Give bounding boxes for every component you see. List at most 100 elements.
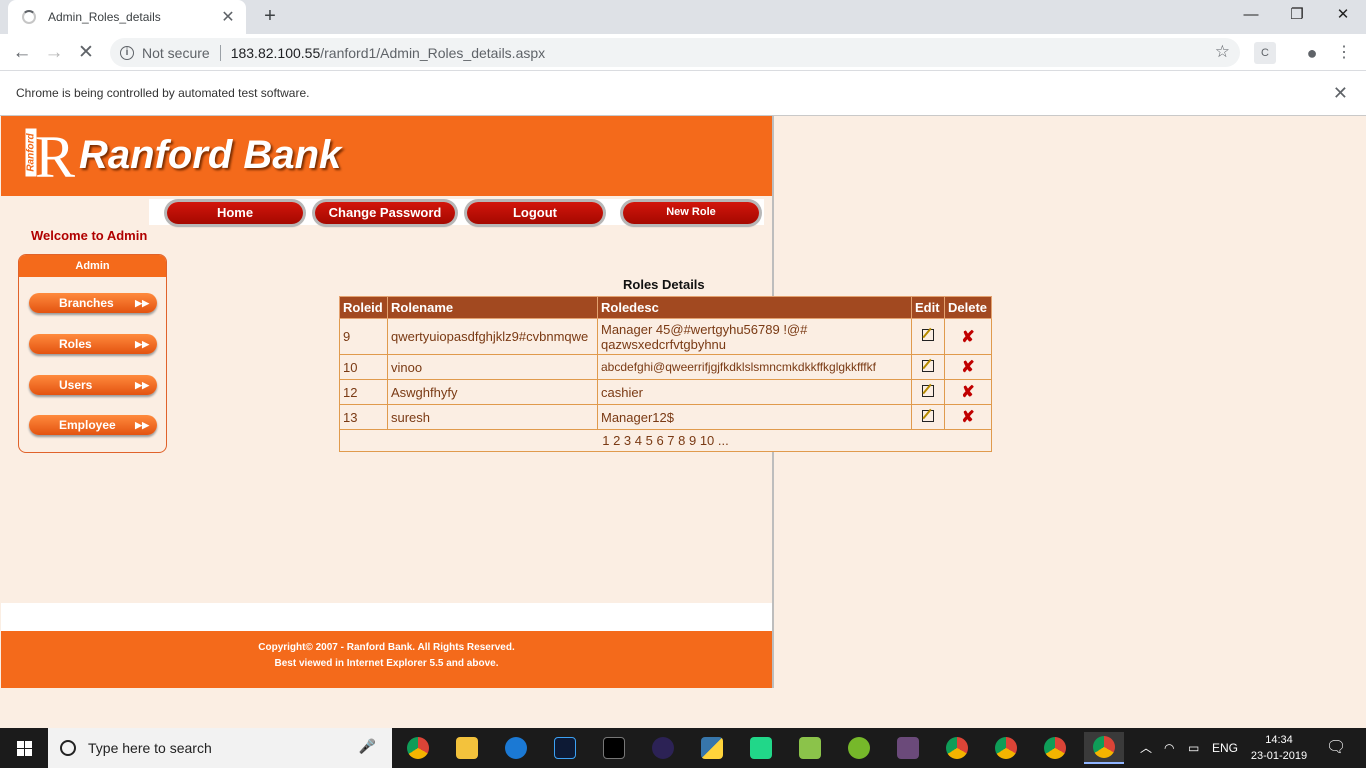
edit-icon[interactable]: [922, 359, 934, 372]
clock-date: 23-01-2019: [1250, 750, 1308, 762]
brand-title: Ranford Bank: [79, 133, 342, 177]
grid-title: Roles Details: [623, 277, 705, 292]
role-desc: abcdefghi@qweerrifjgjfkdklslsmncmkdkkffk…: [597, 354, 912, 380]
bookmark-star-icon[interactable]: ☆: [1215, 42, 1230, 62]
sidebar-title: Admin: [19, 255, 166, 277]
sidebar-item-label: Branches: [59, 296, 114, 310]
python-icon[interactable]: [692, 732, 732, 764]
browser-tab[interactable]: Admin_Roles_details ✕: [8, 0, 246, 34]
language-indicator[interactable]: ENG: [1212, 728, 1238, 768]
profile-icon[interactable]: ●: [1301, 42, 1323, 64]
tray-chevron-icon[interactable]: ︿: [1140, 728, 1152, 768]
start-button[interactable]: [0, 728, 48, 768]
role-desc: Manager 45@#wertgyhu56789 !@# qazwsxedcr…: [597, 318, 912, 355]
column-header: Rolename: [387, 296, 598, 319]
chrome-taskbar-icon[interactable]: [937, 732, 977, 764]
security-label: Not secure: [142, 44, 210, 61]
role-id: 12: [339, 379, 388, 405]
top-menu: Home Change Password Logout New Role: [149, 199, 764, 225]
search-placeholder: Type here to search: [88, 740, 212, 756]
table-row: 9 qwertyuiopasdfghjklz9#cvbnmqwe Manager…: [339, 318, 992, 355]
chrome-taskbar-icon-active[interactable]: [1084, 732, 1124, 764]
change-password-button[interactable]: Change Password: [315, 202, 455, 224]
role-id: 9: [339, 318, 388, 355]
role-name: qwertyuiopasdfghjklz9#cvbnmqwe: [387, 318, 598, 355]
delete-icon[interactable]: ✘: [961, 384, 974, 401]
file-explorer-icon[interactable]: [447, 732, 487, 764]
double-arrow-icon: ▶▶: [135, 380, 149, 390]
delete-icon[interactable]: ✘: [961, 359, 974, 376]
site-footer: Copyright© 2007 - Ranford Bank. All Righ…: [1, 631, 772, 688]
utorrent-icon[interactable]: [839, 732, 879, 764]
chrome-taskbar-icon[interactable]: [398, 732, 438, 764]
double-arrow-icon: ▶▶: [135, 420, 149, 430]
edit-cell: [911, 404, 945, 430]
game-icon[interactable]: [888, 732, 928, 764]
delete-cell: ✘: [944, 318, 992, 355]
pager-links[interactable]: 1 2 3 4 5 6 7 8 9 10 ...: [339, 429, 992, 452]
menu-kebab-icon[interactable]: ⋮: [1333, 42, 1355, 64]
eclipse-icon[interactable]: [643, 732, 683, 764]
sidebar-item-users[interactable]: Users ▶▶: [29, 375, 157, 395]
delete-icon[interactable]: ✘: [961, 329, 974, 346]
table-header-row: Roleid Rolename Roledesc Edit Delete: [339, 296, 992, 319]
double-arrow-icon: ▶▶: [135, 298, 149, 308]
stop-loading-icon[interactable]: ✕: [72, 39, 100, 67]
address-bar[interactable]: i Not secure 183.82.100.55 /ranford1/Adm…: [110, 38, 1240, 67]
chrome-taskbar-icon[interactable]: [986, 732, 1026, 764]
close-tab-icon[interactable]: ✕: [220, 7, 236, 27]
sidebar-item-label: Roles: [59, 337, 92, 351]
microphone-icon[interactable]: 🎤: [359, 738, 376, 755]
notifications-icon[interactable]: 🗨: [1326, 728, 1346, 768]
forward-icon[interactable]: →: [40, 39, 68, 67]
sidebar-item-employee[interactable]: Employee ▶▶: [29, 415, 157, 435]
back-icon[interactable]: ←: [8, 39, 36, 67]
new-tab-button[interactable]: +: [258, 4, 282, 28]
pycharm-icon[interactable]: [741, 732, 781, 764]
extension-icon[interactable]: C: [1254, 42, 1276, 64]
new-role-button[interactable]: New Role: [623, 202, 759, 224]
windows-icon: [16, 740, 32, 756]
pager-row: 1 2 3 4 5 6 7 8 9 10 ...: [339, 429, 992, 452]
taskbar-clock[interactable]: 14:34 23-01-2019: [1248, 732, 1310, 764]
sidebar-item-roles[interactable]: Roles ▶▶: [29, 334, 157, 354]
role-id: 13: [339, 404, 388, 430]
terminal-icon[interactable]: [594, 732, 634, 764]
table-row: 10 vinoo abcdefghi@qweerrifjgjfkdklslsmn…: [339, 354, 992, 380]
home-button[interactable]: Home: [167, 202, 303, 224]
taskbar-search[interactable]: Type here to search 🎤: [48, 728, 392, 768]
edit-icon[interactable]: [922, 409, 934, 422]
info-icon[interactable]: i: [120, 45, 134, 60]
restore-button[interactable]: ❐: [1274, 0, 1320, 30]
minimize-button[interactable]: —: [1228, 0, 1274, 30]
column-header: Roleid: [339, 296, 388, 319]
infobar-close-icon[interactable]: ✕: [1333, 83, 1348, 104]
wifi-icon[interactable]: ◠: [1164, 728, 1174, 768]
browser-toolbar: ← → ✕ i Not secure 183.82.100.55 /ranfor…: [0, 34, 1366, 71]
delete-cell: ✘: [944, 354, 992, 380]
sidebar-item-branches[interactable]: Branches ▶▶: [29, 293, 157, 313]
admin-sidebar: Admin Branches ▶▶ Roles ▶▶ Users ▶▶ Empl…: [18, 254, 167, 453]
chrome-taskbar-icon[interactable]: [1035, 732, 1075, 764]
notepad-icon[interactable]: [790, 732, 830, 764]
edit-icon[interactable]: [922, 384, 934, 397]
role-name: suresh: [387, 404, 598, 430]
browser-note-text: Best viewed in Internet Explorer 5.5 and…: [274, 658, 499, 669]
edge-icon[interactable]: [496, 732, 536, 764]
delete-icon[interactable]: ✘: [961, 409, 974, 426]
close-window-button[interactable]: ✕: [1320, 0, 1366, 30]
role-name: Aswghfhyfy: [387, 379, 598, 405]
edit-cell: [911, 354, 945, 380]
photoshop-icon[interactable]: [545, 732, 585, 764]
bank-logo: Ranford R: [21, 126, 75, 188]
delete-cell: ✘: [944, 379, 992, 405]
edit-cell: [911, 318, 945, 355]
role-desc: Manager12$: [597, 404, 912, 430]
logout-button[interactable]: Logout: [467, 202, 603, 224]
battery-icon[interactable]: ▭: [1188, 728, 1199, 768]
sidebar-item-label: Users: [59, 378, 93, 392]
edit-icon[interactable]: [922, 329, 934, 341]
edit-cell: [911, 379, 945, 405]
taskbar: Type here to search 🎤 ︿ ◠ ▭ ENG 14:34 23…: [0, 728, 1366, 768]
role-id: 10: [339, 354, 388, 380]
